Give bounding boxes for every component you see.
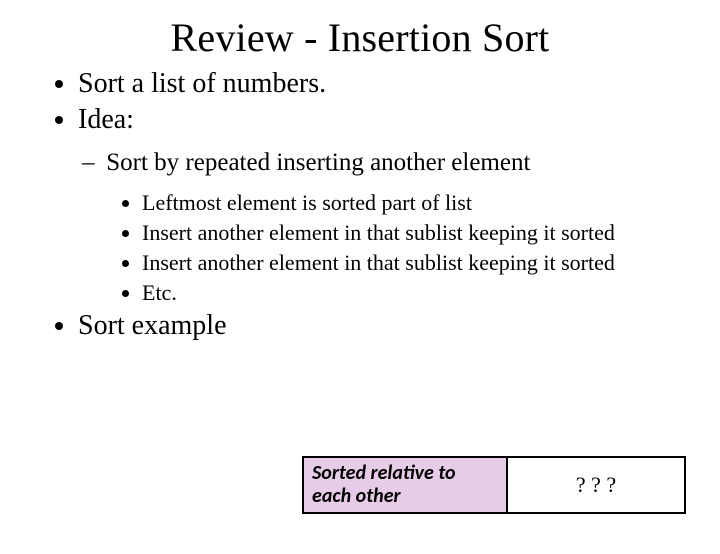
slide: Review - Insertion Sort Sort a list of n…: [0, 14, 720, 554]
sub-bullet-repeat: Sort by repeated inserting another eleme…: [100, 147, 674, 307]
diagram-unsorted-cell: ? ? ?: [508, 456, 686, 514]
detail-etc: Etc.: [142, 279, 662, 307]
detail-leftmost: Leftmost element is sorted part of list: [142, 189, 662, 217]
bullet-idea: Idea: Sort by repeated inserting another…: [78, 103, 684, 307]
slide-title: Review - Insertion Sort: [0, 14, 720, 61]
sub-bullet-label: Sort by repeated inserting another eleme…: [106, 149, 530, 176]
bullet-sort-example: Sort example: [78, 309, 684, 343]
detail-list: Leftmost element is sorted part of list …: [142, 189, 674, 308]
bullet-list: Sort a list of numbers. Idea: Sort by re…: [58, 67, 720, 343]
bullet-sort-numbers: Sort a list of numbers.: [78, 67, 684, 101]
example-diagram: Sorted relative to each other? ? ?: [302, 456, 686, 514]
detail-insert-2: Insert another element in that sublist k…: [142, 249, 662, 277]
bullet-idea-label: Idea:: [78, 104, 134, 135]
diagram-sorted-cell: Sorted relative to each other: [302, 456, 508, 514]
detail-insert-1: Insert another element in that sublist k…: [142, 219, 662, 247]
sub-list: Sort by repeated inserting another eleme…: [100, 147, 684, 307]
